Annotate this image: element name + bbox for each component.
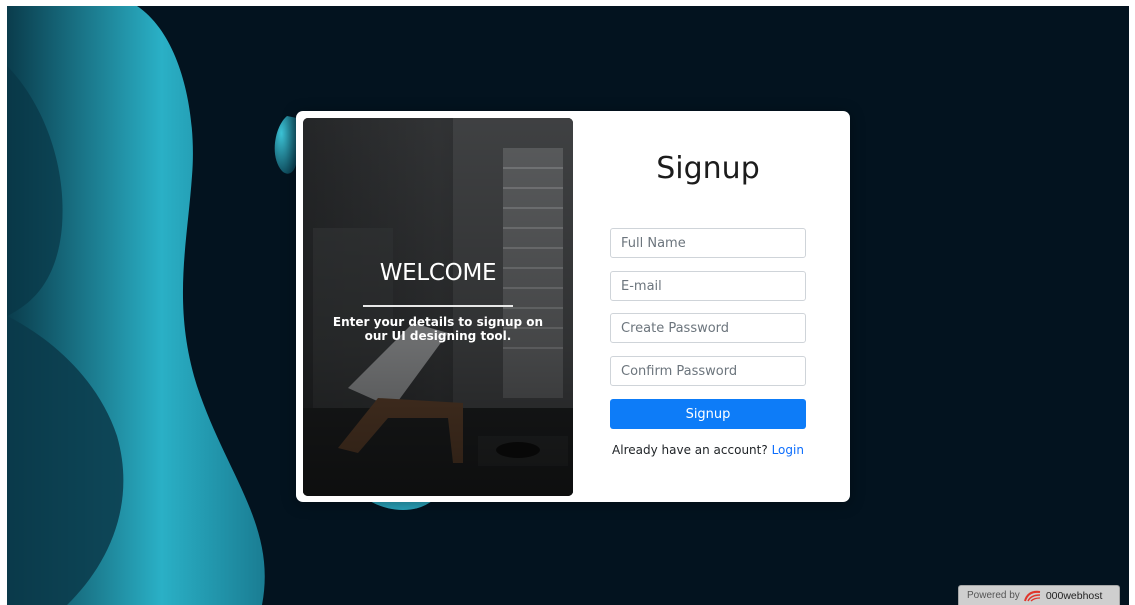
hosting-badge[interactable]: Powered by 000webhost xyxy=(958,585,1120,605)
email-input[interactable] xyxy=(610,271,806,301)
welcome-panel: WELCOME Enter your details to signup on … xyxy=(303,118,573,496)
signup-card: WELCOME Enter your details to signup on … xyxy=(296,111,850,502)
login-prompt: Already have an account? Login xyxy=(600,443,816,457)
welcome-description: Enter your details to signup on our UI d… xyxy=(332,315,544,343)
confirm-password-input[interactable] xyxy=(610,356,806,386)
desk-photo xyxy=(303,118,573,496)
form-title: Signup xyxy=(656,151,760,186)
page-background: WELCOME Enter your details to signup on … xyxy=(7,6,1129,605)
badge-brand: 000webhost xyxy=(1045,589,1103,602)
full-name-input[interactable] xyxy=(610,228,806,258)
welcome-title: WELCOME xyxy=(379,260,497,286)
login-link[interactable]: Login xyxy=(772,443,804,457)
login-prompt-text: Already have an account? xyxy=(612,443,768,457)
badge-prefix: Powered by xyxy=(967,590,1020,601)
welcome-divider xyxy=(363,305,513,307)
000webhost-logo-icon xyxy=(1023,590,1040,601)
create-password-input[interactable] xyxy=(610,313,806,343)
signup-button[interactable]: Signup xyxy=(610,399,806,429)
